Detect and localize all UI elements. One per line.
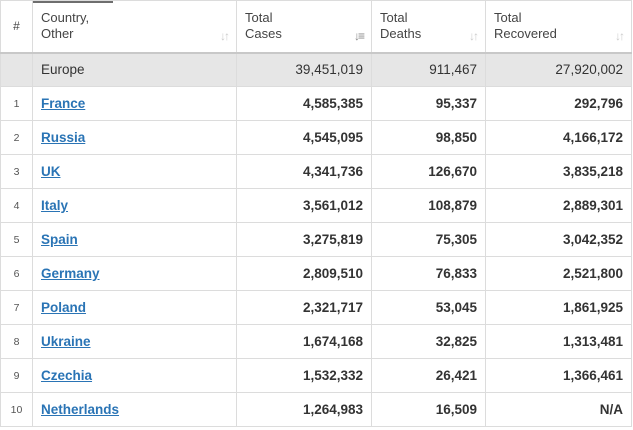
- table-row: 6 Germany 2,809,510 76,833 2,521,800: [0, 256, 632, 291]
- row-index: 8: [0, 324, 33, 359]
- country-link[interactable]: Russia: [41, 130, 85, 145]
- header-recovered-line1: Total: [494, 10, 522, 26]
- country-link[interactable]: Italy: [41, 198, 68, 213]
- total-cases-cell: 1,264,983: [236, 392, 372, 427]
- region-index: [0, 52, 33, 87]
- covid-stats-table: # Country, Other ↓↑ Total Cases ↓≡ Total…: [0, 0, 632, 427]
- table-row: 7 Poland 2,321,717 53,045 1,861,925: [0, 290, 632, 325]
- header-total-cases[interactable]: Total Cases ↓≡: [236, 0, 372, 54]
- country-link[interactable]: Germany: [41, 266, 100, 281]
- total-cases-cell: 2,321,717: [236, 290, 372, 325]
- table-header-row: # Country, Other ↓↑ Total Cases ↓≡ Total…: [0, 0, 632, 54]
- table-row: 5 Spain 3,275,819 75,305 3,042,352: [0, 222, 632, 257]
- total-cases-cell: 1,532,332: [236, 358, 372, 393]
- row-index: 10: [0, 392, 33, 427]
- total-deaths-cell: 95,337: [371, 86, 486, 121]
- row-index: 4: [0, 188, 33, 223]
- row-index: 5: [0, 222, 33, 257]
- total-recovered-cell: 3,835,218: [485, 154, 632, 189]
- header-country-line2: Other: [41, 26, 74, 42]
- country-link[interactable]: Poland: [41, 300, 86, 315]
- region-total-deaths: 911,467: [371, 52, 486, 87]
- header-cases-line1: Total: [245, 10, 273, 26]
- total-recovered-cell: 2,889,301: [485, 188, 632, 223]
- total-cases-cell: 1,674,168: [236, 324, 372, 359]
- total-cases-cell: 4,585,385: [236, 86, 372, 121]
- country-link[interactable]: UK: [41, 164, 61, 179]
- country-cell: Italy: [32, 188, 237, 223]
- region-total-cases: 39,451,019: [236, 52, 372, 87]
- total-deaths-cell: 26,421: [371, 358, 486, 393]
- sort-icon[interactable]: ↓↑: [469, 28, 479, 44]
- region-name: Europe: [32, 52, 237, 87]
- total-deaths-cell: 53,045: [371, 290, 486, 325]
- total-recovered-cell: 3,042,352: [485, 222, 632, 257]
- total-deaths-cell: 98,850: [371, 120, 486, 155]
- header-deaths-line1: Total: [380, 10, 408, 26]
- row-index: 9: [0, 358, 33, 393]
- table-row: 9 Czechia 1,532,332 26,421 1,366,461: [0, 358, 632, 393]
- total-cases-cell: 4,341,736: [236, 154, 372, 189]
- row-index: 2: [0, 120, 33, 155]
- header-recovered-line2: Recovered: [494, 26, 557, 42]
- table-row: 2 Russia 4,545,095 98,850 4,166,172: [0, 120, 632, 155]
- total-deaths-cell: 76,833: [371, 256, 486, 291]
- total-deaths-cell: 126,670: [371, 154, 486, 189]
- country-link[interactable]: France: [41, 96, 85, 111]
- country-link[interactable]: Netherlands: [41, 402, 119, 417]
- row-index: 7: [0, 290, 33, 325]
- country-cell: Ukraine: [32, 324, 237, 359]
- total-deaths-cell: 75,305: [371, 222, 486, 257]
- header-cases-line2: Cases: [245, 26, 282, 42]
- table-row: 3 UK 4,341,736 126,670 3,835,218: [0, 154, 632, 189]
- country-link[interactable]: Ukraine: [41, 334, 91, 349]
- header-deaths-line2: Deaths: [380, 26, 422, 42]
- total-recovered-cell: N/A: [485, 392, 632, 427]
- table-row: 8 Ukraine 1,674,168 32,825 1,313,481: [0, 324, 632, 359]
- total-cases-cell: 3,275,819: [236, 222, 372, 257]
- total-recovered-cell: 2,521,800: [485, 256, 632, 291]
- total-cases-cell: 4,545,095: [236, 120, 372, 155]
- total-deaths-cell: 32,825: [371, 324, 486, 359]
- country-cell: Russia: [32, 120, 237, 155]
- country-link[interactable]: Spain: [41, 232, 78, 247]
- total-deaths-cell: 108,879: [371, 188, 486, 223]
- row-index: 6: [0, 256, 33, 291]
- country-cell: Czechia: [32, 358, 237, 393]
- table-row: 10 Netherlands 1,264,983 16,509 N/A: [0, 392, 632, 427]
- sort-descending-icon[interactable]: ↓≡: [354, 28, 365, 44]
- country-cell: France: [32, 86, 237, 121]
- row-index: 1: [0, 86, 33, 121]
- covid-table-container: # Country, Other ↓↑ Total Cases ↓≡ Total…: [0, 0, 633, 430]
- country-cell: Germany: [32, 256, 237, 291]
- region-row-europe: Europe 39,451,019 911,467 27,920,002: [0, 52, 632, 87]
- total-deaths-cell: 16,509: [371, 392, 486, 427]
- total-cases-cell: 2,809,510: [236, 256, 372, 291]
- total-recovered-cell: 1,366,461: [485, 358, 632, 393]
- region-total-recovered: 27,920,002: [485, 52, 632, 87]
- total-recovered-cell: 1,313,481: [485, 324, 632, 359]
- header-country-line1: Country,: [41, 10, 90, 26]
- total-cases-cell: 3,561,012: [236, 188, 372, 223]
- header-index-label: #: [13, 19, 20, 34]
- country-cell: Netherlands: [32, 392, 237, 427]
- header-total-deaths[interactable]: Total Deaths ↓↑: [371, 0, 486, 54]
- total-recovered-cell: 4,166,172: [485, 120, 632, 155]
- header-index[interactable]: #: [0, 0, 33, 54]
- country-cell: Poland: [32, 290, 237, 325]
- total-recovered-cell: 1,861,925: [485, 290, 632, 325]
- country-link[interactable]: Czechia: [41, 368, 92, 383]
- total-recovered-cell: 292,796: [485, 86, 632, 121]
- row-index: 3: [0, 154, 33, 189]
- country-cell: UK: [32, 154, 237, 189]
- table-row: 4 Italy 3,561,012 108,879 2,889,301: [0, 188, 632, 223]
- sort-icon[interactable]: ↓↑: [220, 28, 230, 44]
- header-total-recovered[interactable]: Total Recovered ↓↑: [485, 0, 632, 54]
- country-cell: Spain: [32, 222, 237, 257]
- table-row: 1 France 4,585,385 95,337 292,796: [0, 86, 632, 121]
- header-country[interactable]: Country, Other ↓↑: [32, 0, 237, 54]
- sort-icon[interactable]: ↓↑: [615, 28, 625, 44]
